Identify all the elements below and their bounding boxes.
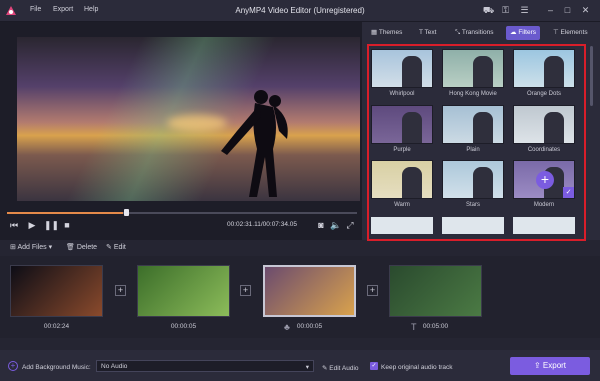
effects-tabs: ▦ Themes T Text ⤡ Transitions ☁ Filters …	[363, 26, 600, 40]
text-applied-icon: T	[411, 322, 417, 332]
bg-music-label: Add Background Music:	[22, 364, 91, 371]
portrait-silhouette	[473, 56, 493, 87]
add-transition-button[interactable]: +	[240, 285, 251, 296]
filter-item[interactable]: + ✓ Modern	[513, 160, 575, 208]
tab-text[interactable]: T Text	[415, 26, 440, 40]
clip-duration: 00:00:05	[296, 323, 323, 330]
filter-thumbnail	[513, 105, 575, 144]
tab-themes[interactable]: ▦ Themes	[367, 26, 406, 40]
progress-fill	[7, 212, 123, 214]
delete-button[interactable]: 🗑 Delete	[66, 243, 97, 251]
filter-item[interactable]: Warm	[371, 160, 433, 208]
menu-export[interactable]: Export	[53, 6, 73, 13]
snapshot-icon[interactable]: ◙	[315, 220, 327, 230]
minimize-icon[interactable]: –	[544, 4, 557, 17]
edit-button[interactable]: ✎ Edit	[106, 243, 126, 251]
transitions-icon: ⤡	[455, 29, 462, 36]
menu-file[interactable]: File	[30, 6, 41, 13]
clip-duration: 00:05:00	[422, 323, 449, 330]
add-transition-button[interactable]: +	[115, 285, 126, 296]
tab-transitions[interactable]: ⤡ Transitions	[451, 26, 497, 40]
maximize-icon[interactable]: □	[561, 4, 574, 17]
export-icon: ⇪	[533, 361, 543, 370]
add-music-icon[interactable]: +	[8, 361, 18, 371]
filter-thumbnail	[371, 105, 433, 144]
portrait-silhouette	[402, 112, 422, 143]
keep-audio-label: Keep original audio track	[381, 364, 453, 371]
filter-thumbnail	[442, 160, 504, 199]
filter-item[interactable]: Whirlpool	[371, 49, 433, 97]
audio-select[interactable]: No Audio ▾	[96, 360, 314, 372]
portrait-silhouette	[402, 167, 422, 198]
stop-icon[interactable]: ■	[61, 220, 73, 230]
filter-thumbnail	[442, 49, 504, 88]
filter-label: Modern	[533, 202, 555, 208]
filter-label: Orange Dots	[526, 91, 562, 97]
video-preview[interactable]	[17, 37, 360, 201]
filter-label: Plain	[466, 147, 480, 153]
rewind-icon[interactable]: ⏮	[8, 220, 20, 230]
add-transition-button[interactable]: +	[367, 285, 378, 296]
filter-label: Whirlpool	[389, 91, 415, 97]
progress-handle[interactable]	[123, 209, 129, 216]
pause-icon[interactable]: ❚❚	[44, 220, 59, 230]
volume-icon[interactable]: 🔈	[330, 220, 342, 230]
themes-icon: ▦	[371, 29, 379, 36]
chevron-down-icon: ▾	[305, 364, 309, 371]
filter-item[interactable]: Coordinates	[513, 105, 575, 153]
filter-scrollbar[interactable]	[590, 46, 593, 106]
applied-check-icon: ✓	[563, 187, 574, 198]
add-files-button[interactable]: ⊞ Add Files ▾	[10, 243, 52, 251]
filter-label: Hong Kong Movie	[449, 91, 497, 97]
filter-label: Purple	[393, 147, 411, 153]
filter-thumbnail-partial[interactable]	[371, 217, 433, 234]
timecode: 00:02:31.11/00:07:34.05	[227, 221, 297, 228]
filter-item[interactable]: Orange Dots	[513, 49, 575, 97]
export-button[interactable]: ⇪ Export	[510, 357, 590, 375]
timeline-clip[interactable]	[137, 265, 230, 317]
portrait-silhouette	[402, 56, 422, 87]
chevron-down-icon: ▾	[46, 244, 53, 251]
keep-audio-checkbox[interactable]: ✓	[370, 362, 378, 370]
filter-thumbnail	[513, 49, 575, 88]
timeline-clip[interactable]	[389, 265, 482, 317]
edit-audio-button[interactable]: ✎ Edit Audio	[322, 364, 359, 372]
menu-icon[interactable]: ☰	[518, 4, 531, 17]
filter-thumbnail	[442, 105, 504, 144]
couple-silhouette	[221, 90, 288, 197]
filter-thumbnail-partial[interactable]	[513, 217, 575, 234]
fullscreen-icon[interactable]: ⤢	[344, 220, 356, 230]
tab-filters[interactable]: ☁ Filters	[506, 26, 541, 40]
filter-thumbnail	[371, 160, 433, 199]
filter-item[interactable]: Plain	[442, 105, 504, 153]
portrait-silhouette	[473, 112, 493, 143]
filter-item[interactable]: Hong Kong Movie	[442, 49, 504, 97]
filter-label: Warm	[394, 202, 410, 208]
edit-icon: ✎	[106, 244, 114, 251]
cart-icon[interactable]: ⛟	[482, 4, 495, 17]
clip-duration: 00:02:24	[43, 323, 70, 330]
add-filter-icon[interactable]: +	[536, 171, 554, 189]
app-logo-icon	[4, 4, 18, 17]
filter-label: Stars	[465, 202, 480, 208]
portrait-silhouette	[544, 112, 564, 143]
portrait-silhouette	[473, 167, 493, 198]
tab-elements[interactable]: ⊤ Elements	[549, 26, 592, 40]
filter-item[interactable]: Purple	[371, 105, 433, 153]
play-icon[interactable]: ▶	[26, 220, 38, 230]
filter-thumbnail: + ✓	[513, 160, 575, 199]
clip-duration: 00:00:05	[170, 323, 197, 330]
filter-thumbnail	[371, 49, 433, 88]
filter-label: Coordinates	[527, 147, 561, 153]
filter-item[interactable]: Stars	[442, 160, 504, 208]
menu-help[interactable]: Help	[84, 6, 98, 13]
close-icon[interactable]: ✕	[579, 4, 592, 17]
register-icon[interactable]: ⚿	[499, 4, 512, 17]
filter-thumbnail-partial[interactable]	[442, 217, 504, 234]
timeline-clip[interactable]	[263, 265, 356, 317]
timeline-clip[interactable]	[10, 265, 103, 317]
filter-applied-icon: ♣	[284, 322, 290, 332]
trash-icon: 🗑	[66, 244, 77, 251]
portrait-silhouette	[544, 56, 564, 87]
